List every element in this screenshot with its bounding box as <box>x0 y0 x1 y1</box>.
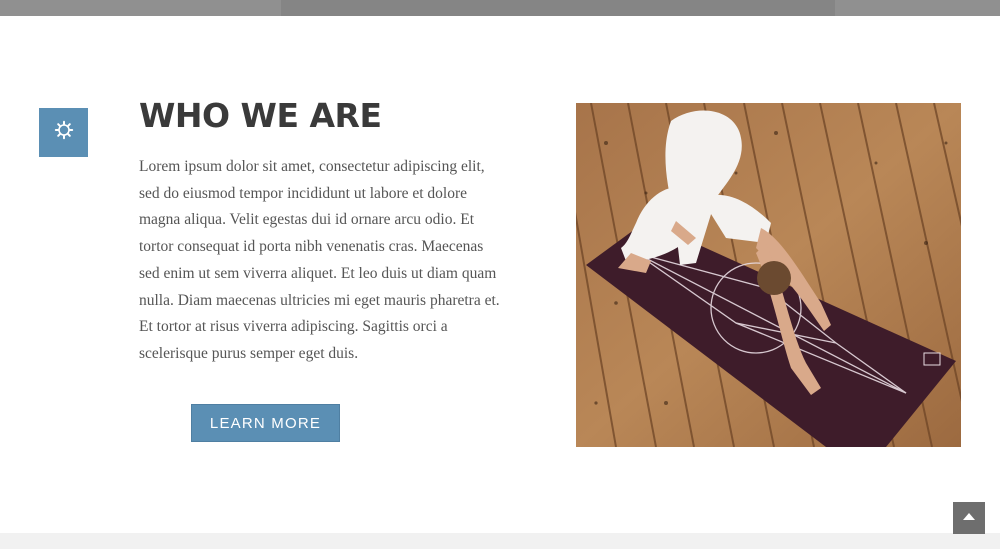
section-description: Lorem ipsum dolor sit amet, consectetur … <box>139 154 509 368</box>
top-bar <box>0 0 1000 16</box>
description-line: tortor consequat id porta nibh venenatis… <box>139 238 484 256</box>
description-line: magna aliqua. Velit egestas dui id ornar… <box>139 211 475 229</box>
description-line: Et tortor at risus viverra adipiscing. S… <box>139 318 448 336</box>
gear-icon <box>54 120 74 145</box>
description-line: scelerisque purus semper eget duis. <box>139 344 359 362</box>
feature-icon-box <box>39 108 88 157</box>
scroll-to-top-button[interactable] <box>953 502 985 534</box>
footer-strip <box>0 533 1000 549</box>
description-line: Lorem ipsum dolor sit amet, consectetur … <box>139 158 485 175</box>
yoga-photo <box>576 103 961 447</box>
top-bar-segment <box>281 0 835 16</box>
description-line: sed enim ut sem viverra aliquet. Et leo … <box>139 264 497 282</box>
learn-more-button[interactable]: LEARN MORE <box>191 404 340 442</box>
chevron-up-icon <box>962 509 976 527</box>
section-title: WHO WE ARE <box>139 96 382 135</box>
description-line: sed do eiusmod tempor incididunt ut labo… <box>139 184 468 202</box>
description-line: nulla. Diam maecenas ultricies mi eget m… <box>139 291 500 309</box>
